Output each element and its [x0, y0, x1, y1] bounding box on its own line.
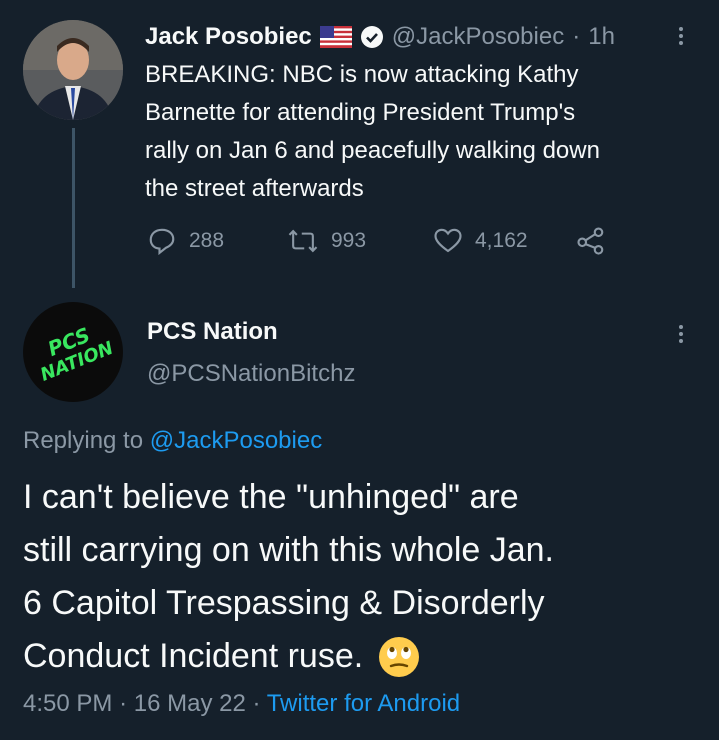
- retweet-icon: [288, 229, 318, 253]
- eye-roll-emoji-icon: [377, 635, 421, 679]
- author-handle[interactable]: @JackPosobiec: [392, 23, 564, 51]
- replying-to-label: Replying to: [23, 427, 144, 454]
- author-name[interactable]: Jack Posobiec: [145, 23, 312, 51]
- reply-button[interactable]: 288: [147, 226, 224, 256]
- replying-to-handle-link[interactable]: @JackPosobiec: [150, 427, 322, 454]
- reply-author-name[interactable]: PCS Nation: [147, 318, 278, 346]
- more-options-icon[interactable]: [679, 24, 683, 48]
- tweet-text-line: rally on Jan 6 and peacefully walking do…: [145, 137, 600, 164]
- tweet-text-line: 6 Capitol Trespassing & Disorderly: [23, 584, 545, 622]
- avatar-pcs-nation[interactable]: PCS NATION: [23, 302, 123, 402]
- thread-connector-line: [72, 128, 75, 288]
- tweet-text-line: I can't believe the "unhinged" are: [23, 478, 519, 516]
- more-options-icon[interactable]: [679, 322, 683, 346]
- timestamp[interactable]: 1h: [588, 23, 615, 51]
- separator: ·: [252, 690, 261, 717]
- tweet-source-link[interactable]: Twitter for Android: [267, 690, 460, 717]
- person-avatar-icon: [23, 20, 123, 120]
- tweet-text-line: Barnette for attending President Trump's: [145, 99, 576, 126]
- heart-icon: [434, 228, 462, 253]
- share-button[interactable]: [576, 226, 606, 256]
- separator: ·: [119, 690, 128, 717]
- tweet-text-line: BREAKING: NBC is now attacking Kathy: [145, 61, 579, 88]
- reply-author-handle[interactable]: @PCSNationBitchz: [147, 360, 355, 388]
- verified-badge-icon: [360, 25, 384, 49]
- tweet-text-line-content: Conduct Incident ruse.: [23, 637, 364, 675]
- quoted-tweet-header: Jack Posobiec @JackPosobiec · 1h: [145, 20, 615, 54]
- quoted-tweet-text: BREAKING: NBC is now attacking Kathy Bar…: [145, 56, 705, 208]
- tweet-text-line: still carrying on with this whole Jan.: [23, 531, 555, 569]
- retweet-count: 993: [331, 229, 367, 252]
- us-flag-icon: [319, 26, 352, 48]
- like-button[interactable]: 4,162: [433, 226, 528, 256]
- tweet-text-line: the street afterwards: [145, 175, 364, 202]
- retweet-button[interactable]: 993: [287, 226, 366, 256]
- reply-icon: [149, 228, 175, 256]
- tweet-metadata: 4:50 PM · 16 May 22 · Twitter for Androi…: [23, 690, 460, 718]
- reply-count: 288: [189, 229, 225, 252]
- share-icon: [577, 227, 604, 255]
- reply-tweet-text: I can't believe the "unhinged" are still…: [23, 471, 713, 683]
- tweet-date[interactable]: 16 May 22: [134, 690, 246, 717]
- replying-to-line: Replying to @JackPosobiec: [23, 427, 322, 455]
- avatar-jack-posobiec[interactable]: [23, 20, 123, 120]
- separator: ·: [572, 23, 581, 50]
- tweet-text-line: Conduct Incident ruse.: [23, 630, 713, 683]
- tweet-time[interactable]: 4:50 PM: [23, 690, 112, 717]
- like-count: 4,162: [475, 229, 528, 252]
